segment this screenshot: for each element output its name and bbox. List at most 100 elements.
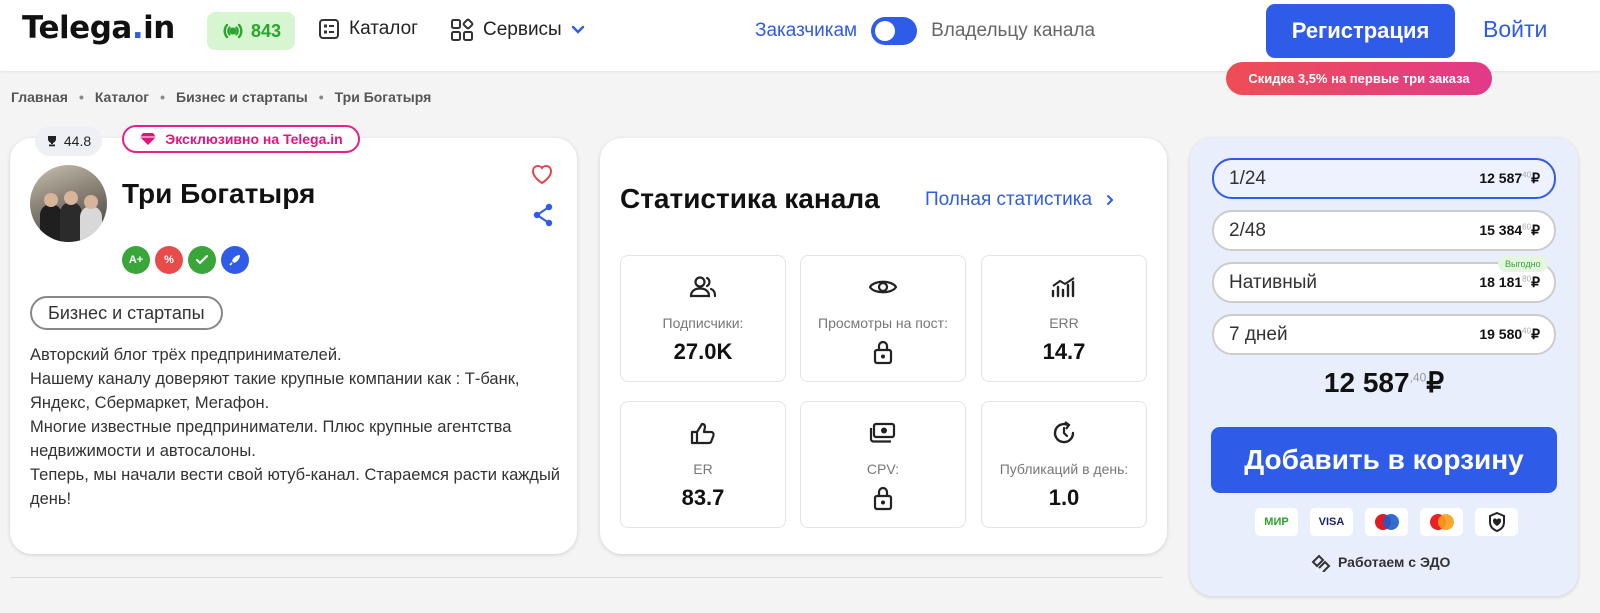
share-icon[interactable] <box>532 203 554 227</box>
breadcrumb-category[interactable]: Бизнес и стартапы <box>176 89 308 105</box>
services-grid-icon <box>451 18 474 41</box>
stat-value: 83.7 <box>681 485 725 510</box>
online-counter[interactable]: 843 <box>207 12 295 50</box>
breadcrumb: Главная • Каталог • Бизнес и стартапы • … <box>11 89 431 105</box>
format-name: Нативный <box>1229 271 1318 293</box>
thumb-up-icon <box>690 422 715 445</box>
stat-views: Просмотры на пост: <box>800 255 966 382</box>
subscribers-icon <box>689 276 717 298</box>
broadcast-icon <box>223 23 243 39</box>
channel-badges: A+ % <box>122 246 249 274</box>
edo-info: Работаем с ЭДО <box>1310 552 1450 572</box>
format-price: 19 58040₽ <box>1479 326 1540 342</box>
format-name: 7 дней <box>1229 323 1288 345</box>
payment-methods: МИР VISA <box>1255 508 1518 536</box>
chevron-down-icon <box>571 25 584 34</box>
lock-icon[interactable] <box>872 485 894 511</box>
stat-label: ERR <box>1049 315 1079 331</box>
diamond-icon <box>140 133 157 145</box>
rating-badge: 44.8 <box>35 126 102 156</box>
stats-card: Статистика канала Полная статистика Подп… <box>600 138 1167 554</box>
login-button[interactable]: Войти <box>1483 16 1547 43</box>
breadcrumb-separator: • <box>160 89 165 105</box>
top-header: Telega.in 843 Каталог Сервисы Заказчикам… <box>0 0 1600 71</box>
stat-label: Подписчики: <box>662 315 744 331</box>
nav-services[interactable]: Сервисы <box>450 18 585 42</box>
stat-label: CPV: <box>866 461 900 477</box>
err-chart-icon <box>1051 277 1075 298</box>
breadcrumb-home[interactable]: Главная <box>11 89 68 105</box>
online-count: 843 <box>250 20 282 41</box>
nav-catalog-label: Каталог <box>349 18 419 39</box>
visa-icon: VISA <box>1310 508 1353 536</box>
trophy-icon <box>47 136 56 147</box>
stat-er: ER 83.7 <box>620 401 786 528</box>
percent-badge-icon[interactable]: % <box>155 246 183 274</box>
breadcrumb-separator: • <box>318 89 324 105</box>
money-icon <box>869 422 896 443</box>
format-price: 15 38460₽ <box>1479 222 1540 238</box>
rocket-badge-icon[interactable] <box>221 246 249 274</box>
chevron-right-icon <box>1107 195 1114 205</box>
telega-logo[interactable]: Telega.in <box>22 10 175 46</box>
channel-avatar <box>30 165 107 242</box>
benefit-badge: Выгодно <box>1498 256 1548 272</box>
stat-value: 14.7 <box>1042 339 1086 364</box>
logo-text: Telega <box>22 10 132 46</box>
maestro-icon <box>1365 508 1408 536</box>
edo-label: Работаем с ЭДО <box>1338 554 1451 570</box>
nav-catalog[interactable]: Каталог <box>318 18 418 40</box>
register-button[interactable]: Регистрация <box>1266 4 1455 58</box>
role-owners[interactable]: Владельцу канала <box>931 20 1095 42</box>
breadcrumb-separator: • <box>78 89 84 105</box>
stats-title: Статистика канала <box>620 183 880 214</box>
category-tag[interactable]: Бизнес и стартапы <box>30 296 223 330</box>
stat-value: 1.0 <box>1048 485 1080 510</box>
stat-label: ER <box>693 461 713 477</box>
add-to-cart-button[interactable]: Добавить в корзину <box>1211 427 1557 493</box>
channel-card: 44.8 Эксклюзивно на Telega.in Три Богаты… <box>10 125 577 554</box>
format-price: 12 58740₽ <box>1479 170 1540 186</box>
format-price: 18 18180₽ <box>1479 274 1540 290</box>
clock-refresh-icon <box>1053 421 1075 444</box>
stat-subscribers: Подписчики: 27.0K <box>620 255 786 382</box>
stat-cpv: CPV: <box>800 401 966 528</box>
order-card: 1/24 12 58740₽ 2/48 15 38460₽ Выгодно На… <box>1190 138 1578 596</box>
a-plus-badge-icon[interactable]: A+ <box>122 246 150 274</box>
stat-label: Публикаций в день: <box>999 461 1129 477</box>
format-option-1-24[interactable]: 1/24 12 58740₽ <box>1212 158 1556 199</box>
total-price: 12 587,40₽ <box>1323 367 1445 398</box>
rating-value: 44.8 <box>63 133 92 149</box>
format-name: 1/24 <box>1229 167 1266 189</box>
breadcrumb-catalog[interactable]: Каталог <box>95 89 149 105</box>
role-switch: Заказчикам Владельцу канала <box>755 17 1095 45</box>
stat-value: 27.0K <box>673 339 733 364</box>
full-stats-label: Полная статистика <box>925 189 1093 210</box>
format-option-2-48[interactable]: 2/48 15 38460₽ <box>1212 210 1556 251</box>
mir-icon: МИР <box>1255 508 1298 536</box>
edo-icon <box>1311 554 1331 572</box>
full-stats-link[interactable]: Полная статистика <box>925 189 1114 211</box>
format-name: 2/48 <box>1229 219 1266 241</box>
mastercard-icon <box>1420 508 1463 536</box>
stat-label: Просмотры на пост: <box>818 315 948 331</box>
role-customers[interactable]: Заказчикам <box>755 20 857 42</box>
eye-icon <box>868 280 898 294</box>
channel-name: Три Богатыря <box>122 178 316 209</box>
role-toggle[interactable] <box>871 17 918 45</box>
breadcrumb-current: Три Богатыря <box>334 89 432 105</box>
promo-badge: Скидка 3,5% на первые три заказа <box>1226 62 1492 95</box>
format-option-7-days[interactable]: 7 дней 19 58040₽ <box>1212 314 1556 355</box>
logo-dot: . <box>131 10 144 46</box>
shield-icon <box>1475 508 1518 536</box>
stat-posts-per-day: Публикаций в день: 1.0 <box>981 401 1147 528</box>
divider <box>11 577 1163 578</box>
catalog-icon <box>319 19 339 39</box>
channel-description: Авторский блог трёх предпринимателей. На… <box>30 346 561 508</box>
nav-services-label: Сервисы <box>483 19 562 40</box>
handshake-badge-icon[interactable] <box>188 246 216 274</box>
heart-icon[interactable] <box>530 163 554 185</box>
exclusive-text: Эксклюзивно на Telega.in <box>165 131 343 147</box>
lock-icon[interactable] <box>872 339 894 365</box>
logo-tail: in <box>143 10 175 46</box>
